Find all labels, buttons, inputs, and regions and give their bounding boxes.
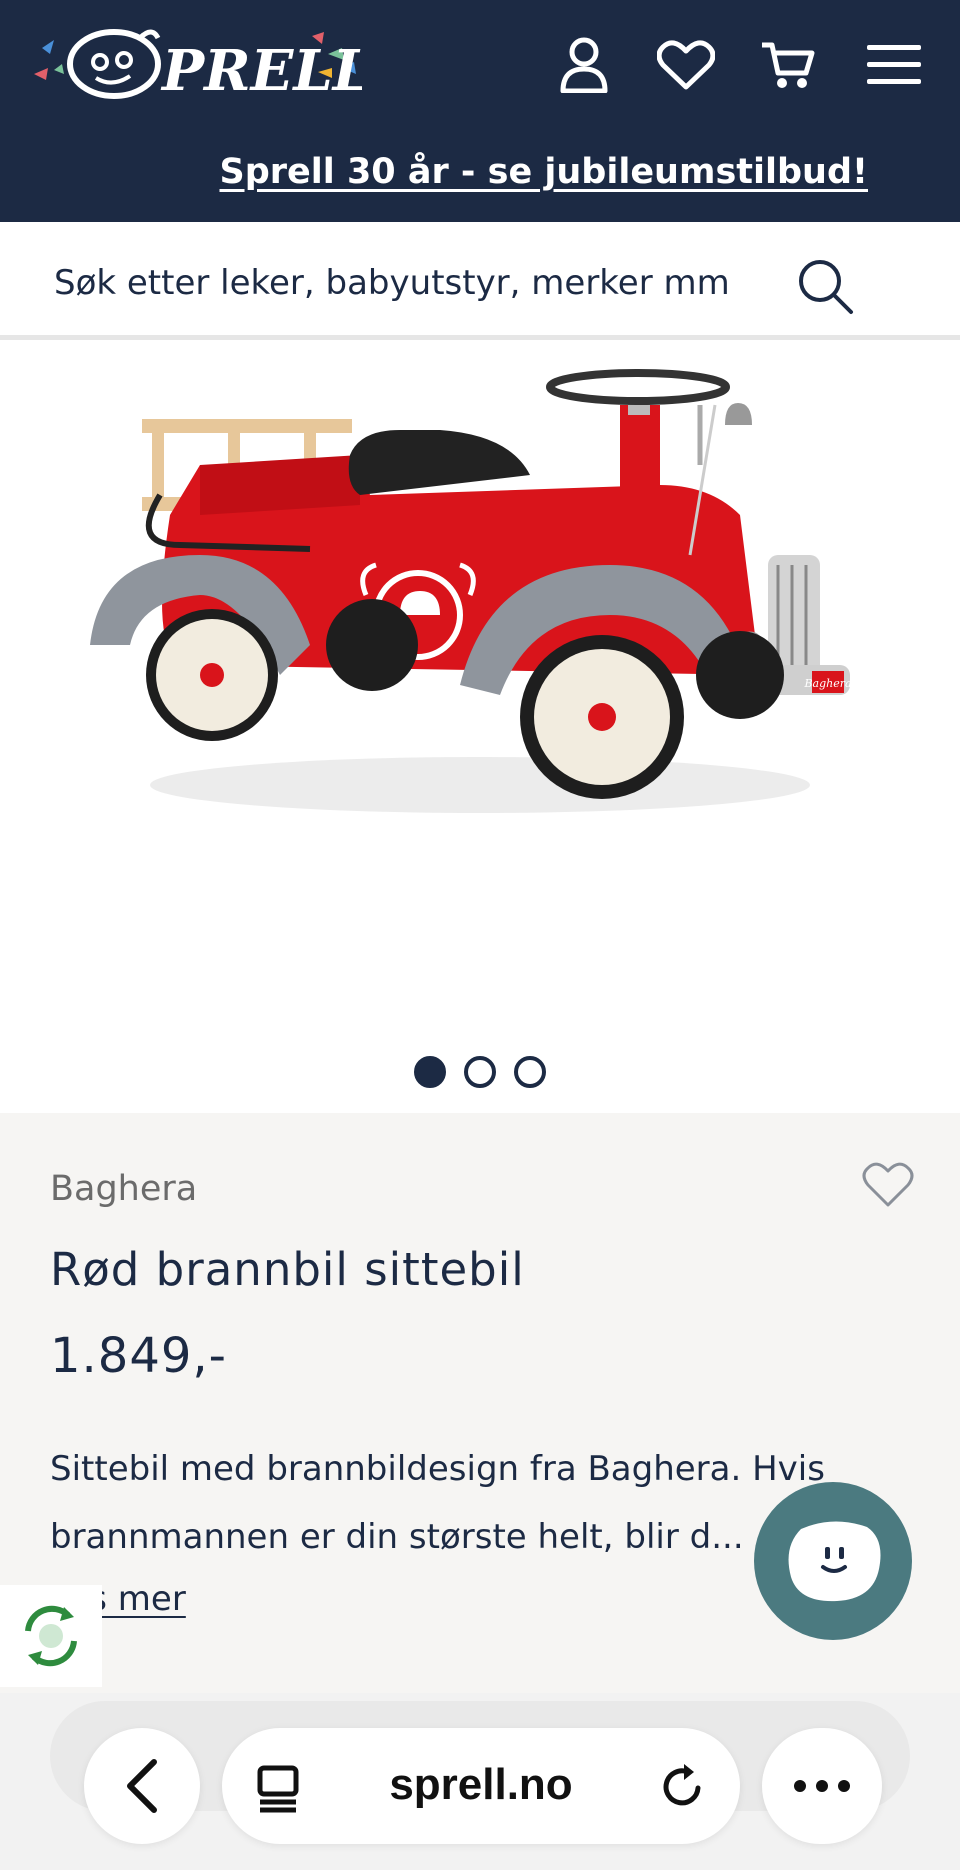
product-image[interactable]: Baghera bbox=[60, 345, 880, 845]
recycle-icon bbox=[25, 1605, 77, 1667]
search-input[interactable] bbox=[54, 258, 774, 308]
address-bar[interactable]: sprell.no bbox=[222, 1728, 740, 1844]
user-icon[interactable] bbox=[554, 30, 614, 100]
gallery-dot-2[interactable] bbox=[464, 1056, 496, 1088]
search-icon[interactable] bbox=[795, 256, 855, 316]
site-header: PRELL bbox=[0, 0, 960, 130]
promo-link[interactable]: Sprell 30 år - se jubileumstilbud! bbox=[220, 152, 869, 192]
back-button[interactable] bbox=[84, 1728, 200, 1844]
svg-text:PRELL: PRELL bbox=[160, 38, 362, 104]
reload-icon[interactable] bbox=[658, 1762, 708, 1812]
product-title: Rød brannbil sittebil bbox=[50, 1243, 525, 1296]
chat-face-icon bbox=[788, 1521, 881, 1602]
gallery-pagination bbox=[0, 1056, 960, 1092]
more-button[interactable] bbox=[762, 1728, 882, 1844]
gallery-dot-3[interactable] bbox=[514, 1056, 546, 1088]
cart-icon[interactable] bbox=[758, 30, 818, 100]
heart-icon[interactable] bbox=[656, 30, 716, 100]
product-price: 1.849,- bbox=[50, 1328, 227, 1384]
chevron-left-icon bbox=[127, 1759, 157, 1813]
chat-button[interactable] bbox=[754, 1482, 912, 1640]
more-dots-icon bbox=[794, 1780, 850, 1792]
car-plate-text: Baghera bbox=[803, 677, 851, 690]
eco-badge[interactable] bbox=[0, 1585, 102, 1687]
favorite-heart-icon[interactable] bbox=[862, 1161, 914, 1209]
browser-toolbar: sprell.no bbox=[0, 1693, 960, 1870]
gallery-dot-1[interactable] bbox=[414, 1056, 446, 1088]
menu-icon[interactable] bbox=[864, 30, 924, 100]
sprell-logo[interactable]: PRELL bbox=[32, 18, 362, 108]
product-brand[interactable]: Baghera bbox=[50, 1169, 197, 1209]
promo-banner: Sprell 30 år - se jubileumstilbud! bbox=[0, 130, 960, 222]
product-gallery[interactable]: Baghera bbox=[0, 345, 960, 1113]
